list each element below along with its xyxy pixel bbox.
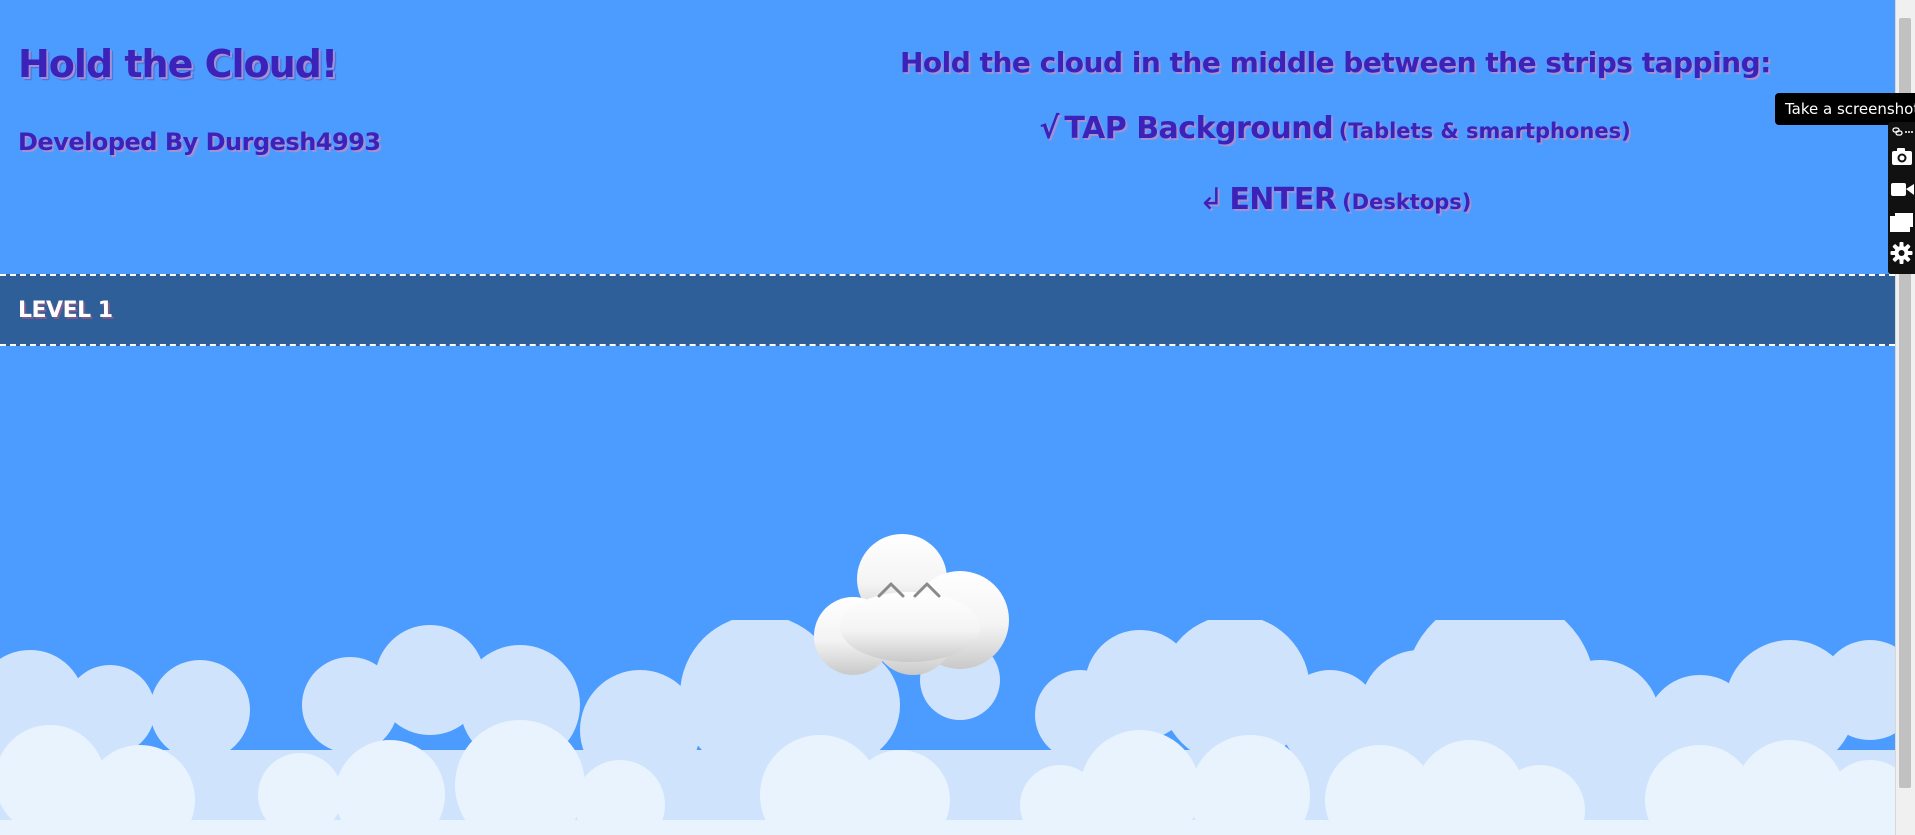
tap-symbol: √ [1039, 111, 1059, 146]
link-icon[interactable] [1888, 124, 1915, 140]
gear-icon[interactable] [1888, 238, 1915, 268]
screenshot-toolbar [1888, 122, 1915, 274]
camera-icon[interactable] [1888, 142, 1915, 172]
tap-devices: (Tablets & smartphones) [1338, 119, 1631, 143]
game-area[interactable]: Hold the Cloud! Developed By Durgesh4993… [0, 0, 1895, 835]
enter-devices: (Desktops) [1342, 190, 1472, 214]
level-strip: LEVEL 1 [0, 274, 1895, 346]
enter-instruction: ↲ ENTER (Desktops) [900, 182, 1770, 217]
player-cloud[interactable] [810, 532, 1015, 677]
enter-symbol: ↲ [1198, 182, 1224, 217]
instructions: Hold the cloud in the middle between the… [900, 46, 1771, 217]
video-camera-icon[interactable] [1888, 174, 1915, 204]
enter-action: ENTER [1229, 182, 1337, 217]
developer-credit: Developed By Durgesh4993 [18, 128, 381, 156]
game-title: Hold the Cloud! [18, 42, 338, 86]
screenshot-tooltip: Take a screenshot [1775, 93, 1915, 125]
tap-action: TAP Background [1064, 111, 1334, 146]
tap-instruction: √ TAP Background (Tablets & smartphones) [900, 111, 1770, 146]
instructions-heading: Hold the cloud in the middle between the… [900, 46, 1771, 79]
windows-icon[interactable] [1888, 206, 1915, 236]
level-label: LEVEL 1 [18, 298, 113, 323]
